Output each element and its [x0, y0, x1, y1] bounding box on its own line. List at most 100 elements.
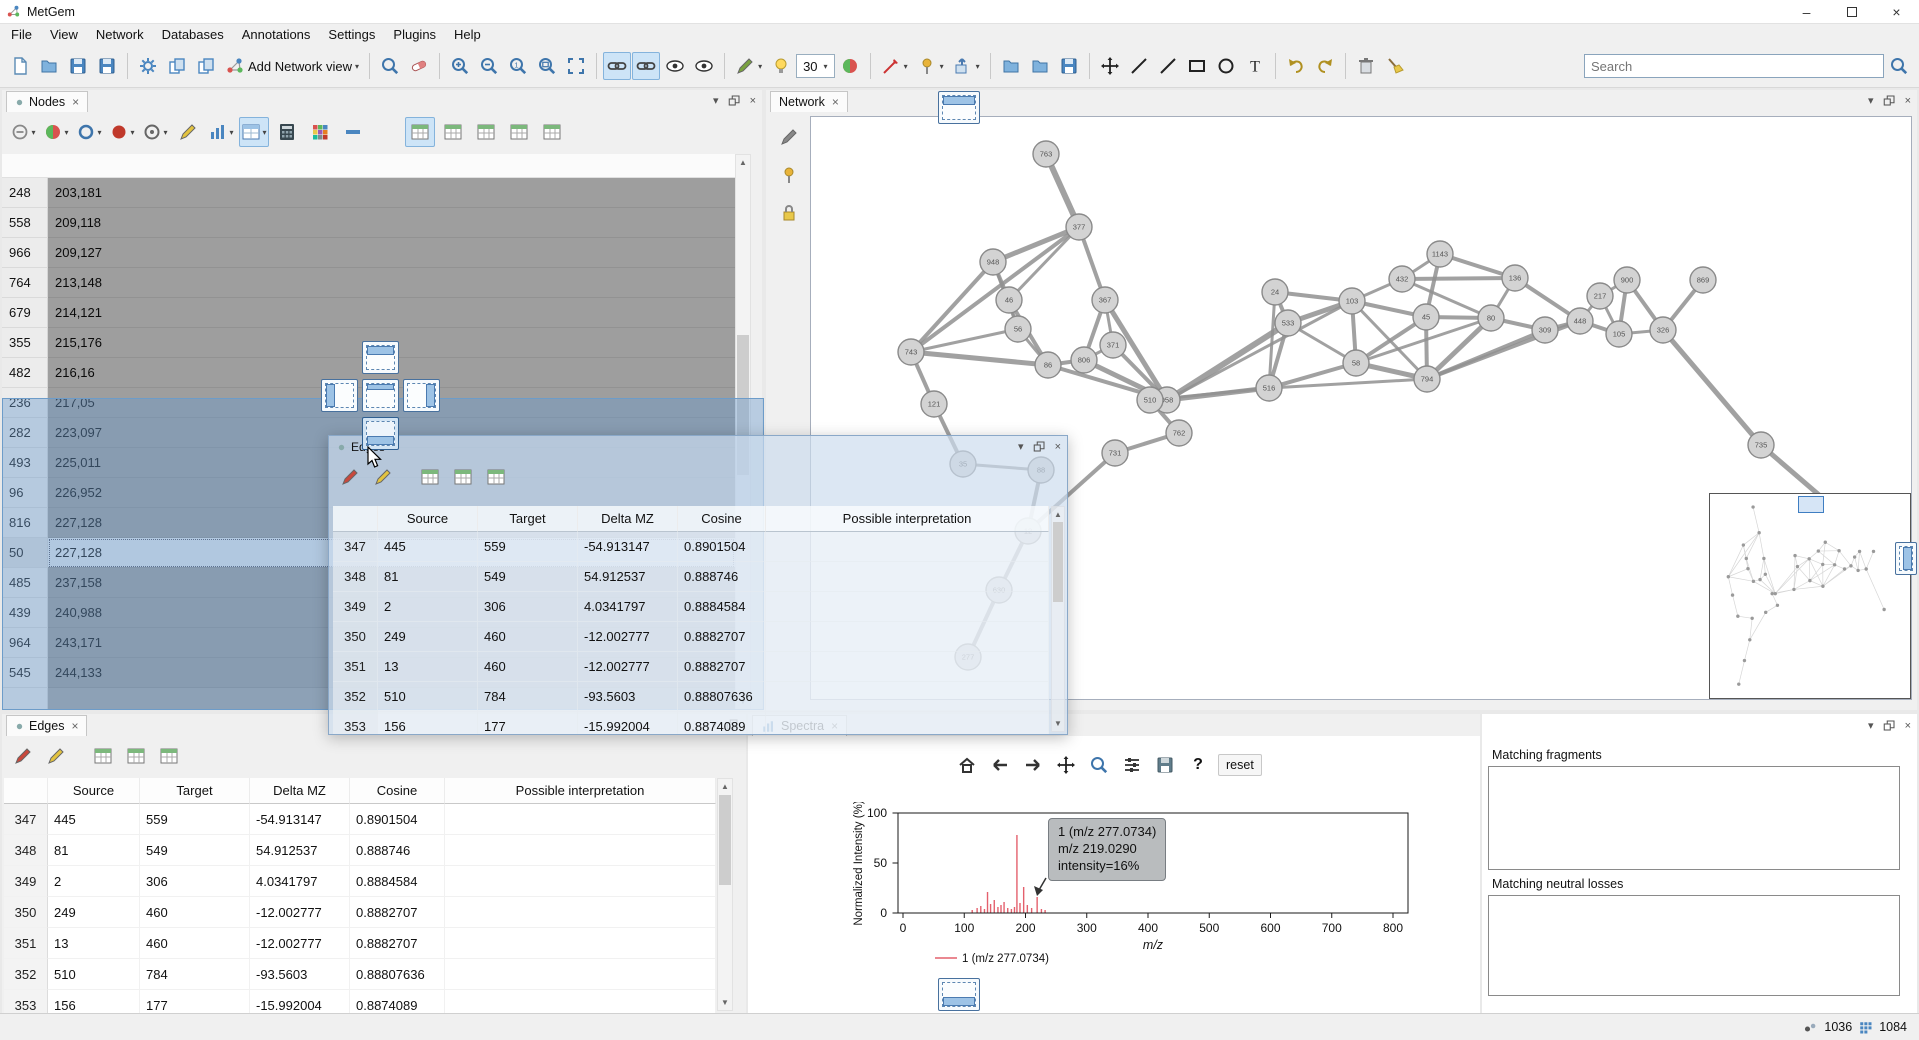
tab-close-icon[interactable]: × [71, 719, 78, 733]
search-input[interactable] [1584, 54, 1884, 78]
view-mode-button[interactable]: ▾ [239, 117, 269, 147]
column-header-cos[interactable]: Cosine [678, 506, 766, 532]
column-header-dmz[interactable]: Delta MZ [578, 506, 678, 532]
zoom-in-button[interactable] [446, 52, 474, 80]
network-edge[interactable] [1009, 227, 1079, 300]
edges-table-row[interactable]: 35113460-12.0027770.8882707 [333, 652, 1049, 682]
dock-indicator-center[interactable] [362, 379, 399, 412]
menu-settings[interactable]: Settings [319, 25, 384, 44]
dock-indicator-window-right[interactable] [1895, 542, 1917, 575]
move-tool-button[interactable] [1096, 52, 1124, 80]
tab-network[interactable]: Network × [770, 91, 848, 112]
edges-table-row[interactable]: 34923064.03417970.8884584 [4, 866, 716, 897]
dock-indicator-window-top[interactable] [938, 91, 980, 124]
edges-table-row[interactable]: 352510784-93.56030.88807636 [4, 959, 716, 990]
cluster-colors-button[interactable] [305, 117, 335, 147]
edit-edges-button[interactable] [335, 462, 365, 492]
show-all-edges-button[interactable] [415, 462, 445, 492]
minimize-button[interactable]: – [1784, 0, 1829, 23]
scroll-thumb[interactable] [1053, 522, 1063, 602]
edges-table-row[interactable]: 3488154954.9125370.888746 [333, 562, 1049, 592]
tab-close-icon[interactable]: × [832, 95, 839, 109]
save-figure-button[interactable] [1152, 752, 1178, 778]
dock-close-icon[interactable]: × [1055, 441, 1061, 453]
dock-indicator-top[interactable] [362, 341, 399, 374]
zoom-fit-button[interactable] [533, 52, 561, 80]
annotate-edges-button[interactable] [41, 741, 71, 771]
diagonal-tool-button[interactable] [1154, 52, 1182, 80]
add-network-view-button[interactable]: Add Network view ▾ [221, 52, 363, 80]
show-selected-edges-button[interactable] [121, 741, 151, 771]
menu-file[interactable]: File [2, 25, 41, 44]
nodes-table-row[interactable]: 558209,118 [2, 208, 735, 238]
matching-losses-box[interactable] [1488, 895, 1900, 996]
back-button[interactable] [987, 752, 1013, 778]
network-edge[interactable] [1663, 330, 1761, 445]
minimap-viewport[interactable] [1798, 496, 1824, 513]
export-button[interactable]: ▾ [949, 52, 984, 80]
link-views-button[interactable] [603, 52, 631, 80]
color-nodes-button[interactable]: ▾ [731, 52, 766, 80]
edges-table-row[interactable]: 350249460-12.0027770.8882707 [4, 897, 716, 928]
scroll-up-icon[interactable]: ▲ [718, 779, 732, 794]
rectangle-tool-button[interactable] [1183, 52, 1211, 80]
show-hidden-rows-button[interactable] [504, 117, 534, 147]
zoom-out-button[interactable] [475, 52, 503, 80]
edges-table-row[interactable]: 353156177-15.9920040.8874089 [333, 712, 1049, 734]
edges-table-row[interactable]: 347445559-54.9131470.8901504 [333, 532, 1049, 562]
help-button[interactable]: ? [1185, 752, 1211, 778]
dock-float-icon[interactable] [1032, 439, 1047, 454]
import-metadata-button[interactable] [163, 52, 191, 80]
menu-help[interactable]: Help [445, 25, 490, 44]
network-minimap[interactable] [1709, 493, 1911, 699]
zoom-rect-button[interactable] [1086, 752, 1112, 778]
pie-colors-button[interactable] [836, 52, 864, 80]
edit-edges-button[interactable] [8, 741, 38, 771]
menu-annotations[interactable]: Annotations [233, 25, 320, 44]
undo-button[interactable] [1282, 52, 1310, 80]
configure-plot-button[interactable] [1119, 752, 1145, 778]
export-database-button[interactable] [1026, 52, 1054, 80]
dock-menu-icon[interactable]: ▾ [1868, 94, 1874, 107]
save-project-button[interactable] [64, 52, 92, 80]
dock-indicator-right[interactable] [403, 379, 440, 412]
show-filtered-edges-button[interactable] [154, 741, 184, 771]
edges-table[interactable]: SourceTargetDelta MZCosinePossible inter… [4, 778, 716, 1013]
clear-button[interactable] [1381, 52, 1409, 80]
matching-fragments-box[interactable] [1488, 766, 1900, 870]
column-header-cos[interactable]: Cosine [350, 778, 445, 804]
edges-scrollbar[interactable]: ▲ ▼ [717, 778, 733, 1011]
process-data-button[interactable] [134, 52, 162, 80]
nodes-table-row[interactable]: 764213,148 [2, 268, 735, 298]
show-neighbors-rows-button[interactable] [537, 117, 567, 147]
network-edge[interactable] [911, 352, 1048, 365]
dock-float-icon[interactable] [1882, 718, 1897, 733]
text-tool-button[interactable] [1241, 52, 1269, 80]
tab-close-icon[interactable]: × [72, 95, 79, 109]
show-all-rows-button[interactable] [405, 117, 435, 147]
column-header-int[interactable]: Possible interpretation [445, 778, 716, 804]
column-header-src[interactable]: Source [48, 778, 140, 804]
pin-nodes-button[interactable]: ▾ [913, 52, 948, 80]
pan-button[interactable] [1053, 752, 1079, 778]
scroll-up-icon[interactable]: ▲ [1052, 507, 1064, 522]
edges-table-row[interactable]: 347445559-54.9131470.8901504 [4, 804, 716, 835]
edges-table-row[interactable]: 350249460-12.0027770.8882707 [333, 622, 1049, 652]
export-metadata-button[interactable] [997, 52, 1025, 80]
close-button[interactable]: × [1874, 0, 1919, 23]
show-selected-rows-button[interactable] [438, 117, 468, 147]
floating-edges-dock[interactable]: Edges ▾ × SourceTargetDelta MZCosinePoss… [328, 435, 1068, 735]
formula-button[interactable] [272, 117, 302, 147]
import-group-mapping-button[interactable] [192, 52, 220, 80]
edit-values-button[interactable] [173, 117, 203, 147]
menu-network[interactable]: Network [87, 25, 153, 44]
link-selection-button[interactable] [632, 52, 660, 80]
menu-databases[interactable]: Databases [153, 25, 233, 44]
column-header-src[interactable]: Source [378, 506, 478, 532]
redo-button[interactable] [1311, 52, 1339, 80]
reset-button[interactable]: reset [1218, 754, 1262, 776]
floating-edges-table[interactable]: SourceTargetDelta MZCosinePossible inter… [333, 506, 1049, 734]
node-size-lamp-button[interactable] [767, 52, 795, 80]
pin-tool-button[interactable] [774, 160, 804, 190]
scroll-up-icon[interactable]: ▲ [736, 155, 750, 170]
